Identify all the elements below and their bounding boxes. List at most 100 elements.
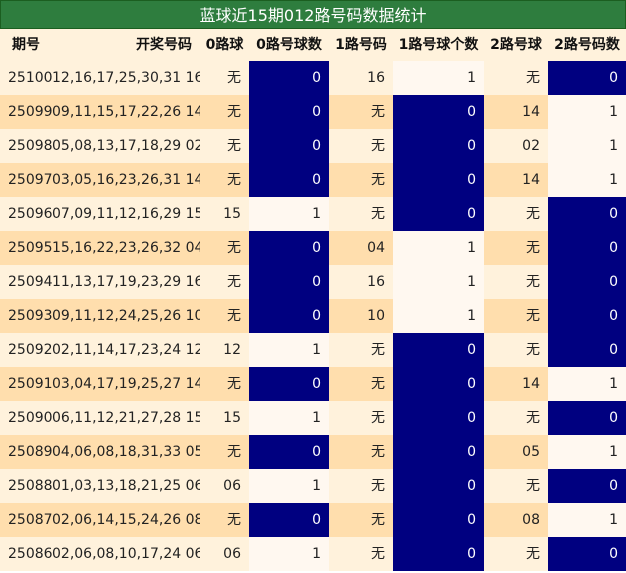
cell-draw-numbers: 02,06,08,10,17,24 06: [52, 537, 200, 571]
cell-draw-numbers: 02,11,14,17,23,24 12: [52, 333, 200, 367]
cell-route1-count: 1: [393, 265, 484, 299]
cell-route2-ball: 无: [484, 197, 548, 231]
header-draw-numbers: 开奖号码: [52, 29, 200, 61]
cell-period: 25095: [0, 231, 52, 265]
cell-route2-count: 0: [548, 231, 626, 265]
cell-route2-count: 0: [548, 401, 626, 435]
cell-route1-count: 0: [393, 129, 484, 163]
cell-period: 25097: [0, 163, 52, 197]
cell-period: 25089: [0, 435, 52, 469]
cell-route0-ball: 无: [200, 163, 249, 197]
cell-draw-numbers: 03,05,16,23,26,31 14: [52, 163, 200, 197]
cell-route2-count: 0: [548, 469, 626, 503]
header-route0-ball: 0路球: [200, 29, 249, 61]
cell-route2-count: 0: [548, 333, 626, 367]
cell-route1-ball: 无: [329, 129, 393, 163]
cell-route1-ball: 无: [329, 435, 393, 469]
cell-route2-count: 0: [548, 537, 626, 571]
cell-route1-ball: 无: [329, 401, 393, 435]
cell-route0-count: 0: [249, 163, 329, 197]
cell-route2-count: 0: [548, 265, 626, 299]
cell-route2-ball: 无: [484, 537, 548, 571]
cell-route2-count: 0: [548, 197, 626, 231]
cell-route2-ball: 08: [484, 503, 548, 537]
cell-route2-ball: 14: [484, 95, 548, 129]
cell-route0-ball: 无: [200, 435, 249, 469]
cell-period: 25092: [0, 333, 52, 367]
cell-draw-numbers: 05,08,13,17,18,29 02: [52, 129, 200, 163]
cell-route0-ball: 无: [200, 95, 249, 129]
cell-route2-ball: 05: [484, 435, 548, 469]
cell-route1-ball: 10: [329, 299, 393, 333]
cell-route0-ball: 无: [200, 129, 249, 163]
cell-route1-ball: 无: [329, 367, 393, 401]
cell-route0-ball: 12: [200, 333, 249, 367]
cell-period: 25088: [0, 469, 52, 503]
cell-route1-count: 0: [393, 435, 484, 469]
header-period: 期号: [0, 29, 52, 61]
stats-table-figure: 蓝球近15期012路号码数据统计 期号 开奖号码 0路球 0路号球数 1路号码 1路号球个…: [0, 0, 626, 573]
cell-draw-numbers: 02,06,14,15,24,26 08: [52, 503, 200, 537]
cell-draw-numbers: 09,11,15,17,22,26 14: [52, 95, 200, 129]
cell-period: 25100: [0, 61, 52, 95]
cell-route2-ball: 14: [484, 367, 548, 401]
cell-route1-ball: 16: [329, 61, 393, 95]
cell-route0-count: 0: [249, 503, 329, 537]
cell-route2-count: 0: [548, 299, 626, 333]
cell-draw-numbers: 07,09,11,12,16,29 15: [52, 197, 200, 231]
cell-route2-ball: 无: [484, 333, 548, 367]
cell-route1-count: 0: [393, 163, 484, 197]
cell-route1-count: 1: [393, 231, 484, 265]
cell-route2-count: 1: [548, 95, 626, 129]
header-route0-count: 0路号球数: [249, 29, 329, 61]
cell-draw-numbers: 11,13,17,19,23,29 16: [52, 265, 200, 299]
cell-route1-ball: 无: [329, 197, 393, 231]
cell-period: 25096: [0, 197, 52, 231]
cell-period: 25094: [0, 265, 52, 299]
cell-route2-ball: 无: [484, 265, 548, 299]
cell-period: 25086: [0, 537, 52, 571]
cell-route0-ball: 无: [200, 503, 249, 537]
cell-route0-ball: 15: [200, 197, 249, 231]
cell-route2-count: 1: [548, 435, 626, 469]
cell-route1-ball: 04: [329, 231, 393, 265]
cell-route1-ball: 16: [329, 265, 393, 299]
cell-route0-ball: 无: [200, 231, 249, 265]
cell-route0-count: 0: [249, 265, 329, 299]
cell-route0-count: 1: [249, 333, 329, 367]
cell-period: 25091: [0, 367, 52, 401]
cell-route0-count: 1: [249, 401, 329, 435]
cell-draw-numbers: 04,06,08,18,31,33 05: [52, 435, 200, 469]
cell-route2-ball: 无: [484, 231, 548, 265]
cell-period: 25098: [0, 129, 52, 163]
cell-route0-count: 0: [249, 95, 329, 129]
cell-route0-ball: 15: [200, 401, 249, 435]
cell-route1-ball: 无: [329, 503, 393, 537]
cell-period: 25090: [0, 401, 52, 435]
table-title: 蓝球近15期012路号码数据统计: [0, 0, 626, 29]
cell-route1-count: 0: [393, 537, 484, 571]
cell-route0-count: 0: [249, 299, 329, 333]
cell-route2-count: 0: [548, 61, 626, 95]
cell-route1-count: 0: [393, 469, 484, 503]
cell-route1-ball: 无: [329, 537, 393, 571]
cell-route2-count: 1: [548, 503, 626, 537]
cell-route1-ball: 无: [329, 163, 393, 197]
cell-draw-numbers: 06,11,12,21,27,28 15: [52, 401, 200, 435]
cell-route1-count: 0: [393, 367, 484, 401]
header-route2-count: 2路号码数: [548, 29, 626, 61]
cell-route1-count: 0: [393, 401, 484, 435]
cell-route0-ball: 06: [200, 537, 249, 571]
cell-route1-ball: 无: [329, 469, 393, 503]
cell-draw-numbers: 01,03,13,18,21,25 06: [52, 469, 200, 503]
cell-route0-ball: 06: [200, 469, 249, 503]
cell-route1-count: 1: [393, 299, 484, 333]
cell-route2-ball: 无: [484, 469, 548, 503]
cell-route0-count: 0: [249, 129, 329, 163]
cell-route2-ball: 无: [484, 401, 548, 435]
cell-route2-count: 1: [548, 367, 626, 401]
cell-route2-ball: 无: [484, 61, 548, 95]
cell-route2-ball: 无: [484, 299, 548, 333]
cell-route0-count: 0: [249, 231, 329, 265]
header-route2-ball: 2路号球: [484, 29, 548, 61]
